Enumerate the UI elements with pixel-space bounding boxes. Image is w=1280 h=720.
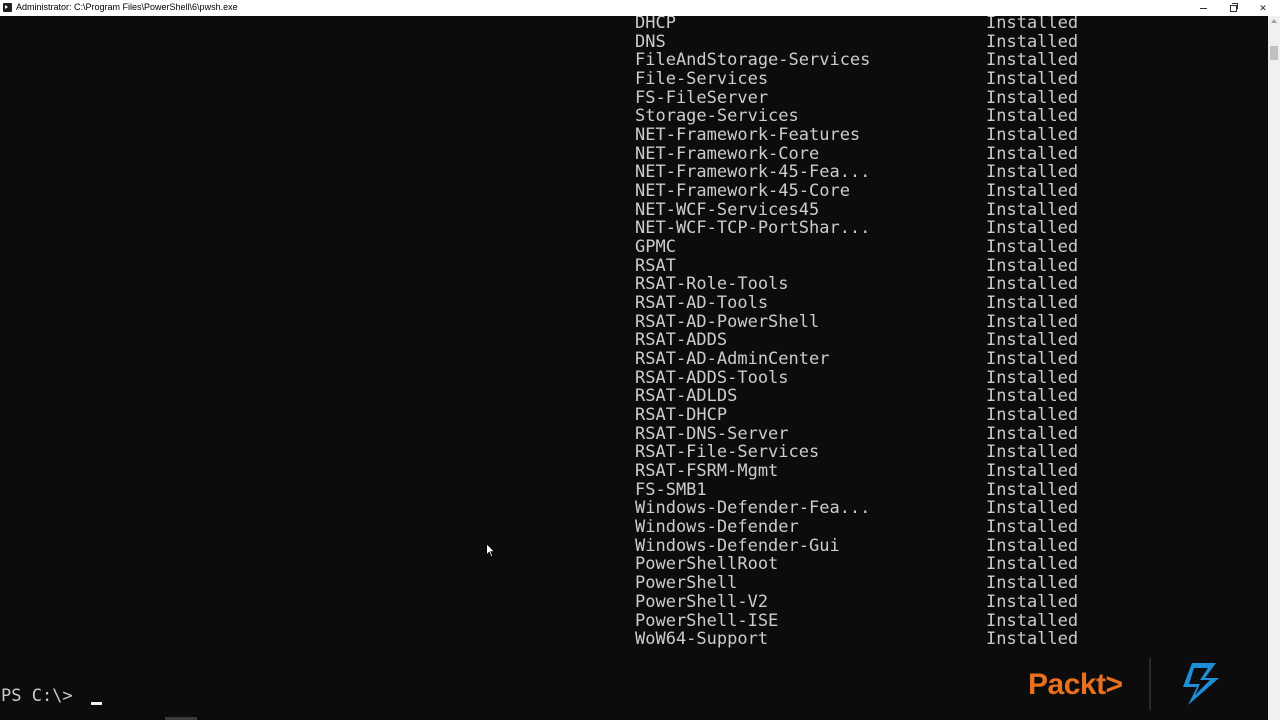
install-state: Installed	[986, 479, 1079, 500]
install-state: Installed	[986, 442, 1079, 463]
install-state: Installed	[986, 255, 1079, 276]
feature-name: RSAT-DNS-Server	[635, 423, 789, 444]
terminal-output[interactable]: DHCP Installed DNS Installed FileAndStorage-…	[0, 16, 1268, 720]
feature-name: WoW64-Support	[635, 629, 769, 650]
feature-name: RSAT-DHCP	[635, 405, 728, 426]
install-state: Installed	[986, 69, 1079, 90]
install-state: Installed	[986, 535, 1079, 556]
scrollbar-thumb[interactable]	[1270, 46, 1278, 60]
install-state: Installed	[986, 218, 1079, 239]
feature-row: WoW64-Support Installed	[635, 629, 1095, 651]
minimize-icon	[1199, 7, 1207, 9]
feature-name: FS-FileServer	[635, 87, 769, 108]
install-state: Installed	[986, 125, 1079, 146]
install-state: Installed	[986, 554, 1079, 575]
feature-name: Windows-Defender-Fea...	[635, 498, 871, 519]
install-state: Installed	[986, 461, 1079, 482]
install-state: Installed	[986, 293, 1079, 314]
lightning-bolt-icon	[1183, 663, 1219, 705]
feature-name: GPMC	[635, 237, 676, 258]
install-state: Installed	[986, 386, 1079, 407]
install-state: Installed	[986, 367, 1079, 388]
feature-name: NET-Framework-Core	[635, 143, 820, 164]
close-button[interactable]: ✕	[1248, 0, 1278, 16]
feature-name: RSAT-File-Services	[635, 442, 820, 463]
command-prompt: PS C:\>	[1, 686, 73, 706]
install-state: Installed	[986, 573, 1079, 594]
feature-name: RSAT-ADDS-Tools	[635, 367, 789, 388]
vertical-scrollbar[interactable]	[1268, 16, 1280, 720]
install-state: Installed	[986, 237, 1079, 258]
install-state: Installed	[986, 50, 1079, 71]
feature-name: FileAndStorage-Services	[635, 50, 871, 71]
install-state: Installed	[986, 498, 1079, 519]
feature-name: RSAT	[635, 255, 676, 276]
feature-name: NET-Framework-45-Fea...	[635, 162, 871, 183]
feature-name: Windows-Defender	[635, 517, 799, 538]
install-state: Installed	[986, 274, 1079, 295]
feature-list: DHCP Installed DNS Installed FileAndStorage-…	[635, 16, 1095, 651]
scroll-up-arrow-icon[interactable]	[1271, 19, 1277, 23]
text-cursor	[91, 702, 102, 705]
logo-divider	[1149, 658, 1151, 710]
install-state: Installed	[986, 517, 1079, 538]
feature-name: NET-Framework-Features	[635, 125, 861, 146]
feature-name: DNS	[635, 31, 666, 52]
feature-name: PowerShell	[635, 573, 738, 594]
feature-name: RSAT-ADLDS	[635, 386, 738, 407]
feature-name: NET-WCF-Services45	[635, 199, 820, 220]
feature-name: PowerShell-ISE	[635, 610, 779, 631]
packt-logo: Packt>	[1028, 668, 1123, 701]
restore-icon	[1229, 2, 1238, 12]
install-state: Installed	[986, 16, 1079, 33]
install-state: Installed	[986, 31, 1079, 52]
feature-name: Windows-Defender-Gui	[635, 535, 840, 556]
install-state: Installed	[986, 162, 1079, 183]
install-state: Installed	[986, 330, 1079, 351]
feature-name: NET-Framework-45-Core	[635, 181, 850, 202]
feature-name: NET-WCF-TCP-PortShar...	[635, 218, 871, 239]
feature-name: File-Services	[635, 69, 769, 90]
feature-name: RSAT-Role-Tools	[635, 274, 789, 295]
feature-name: RSAT-FSRM-Mgmt	[635, 461, 779, 482]
install-state: Installed	[986, 199, 1079, 220]
feature-name: RSAT-ADDS	[635, 330, 728, 351]
install-state: Installed	[986, 610, 1079, 631]
feature-name: Storage-Services	[635, 106, 799, 127]
feature-name: RSAT-AD-AdminCenter	[635, 349, 830, 370]
install-state: Installed	[986, 349, 1079, 370]
feature-name: RSAT-AD-Tools	[635, 293, 769, 314]
powershell-app-icon	[3, 3, 12, 12]
window-title: Administrator: C:\Program Files\PowerShe…	[16, 2, 238, 12]
install-state: Installed	[986, 87, 1079, 108]
install-state: Installed	[986, 106, 1079, 127]
close-icon: ✕	[1259, 2, 1267, 13]
feature-name: PowerShell-V2	[635, 591, 769, 612]
install-state: Installed	[986, 591, 1079, 612]
feature-name: RSAT-AD-PowerShell	[635, 311, 820, 332]
install-state: Installed	[986, 311, 1079, 332]
window-titlebar[interactable]: Administrator: C:\Program Files\PowerShe…	[0, 0, 1280, 16]
feature-name: DHCP	[635, 16, 676, 33]
install-state: Installed	[986, 423, 1079, 444]
mouse-pointer-icon	[486, 543, 496, 558]
install-state: Installed	[986, 181, 1079, 202]
install-state: Installed	[986, 143, 1079, 164]
feature-name: PowerShellRoot	[635, 554, 779, 575]
feature-name: FS-SMB1	[635, 479, 707, 500]
install-state: Installed	[986, 629, 1079, 650]
install-state: Installed	[986, 405, 1079, 426]
maximize-button[interactable]	[1218, 0, 1248, 16]
minimize-button[interactable]	[1188, 0, 1218, 16]
